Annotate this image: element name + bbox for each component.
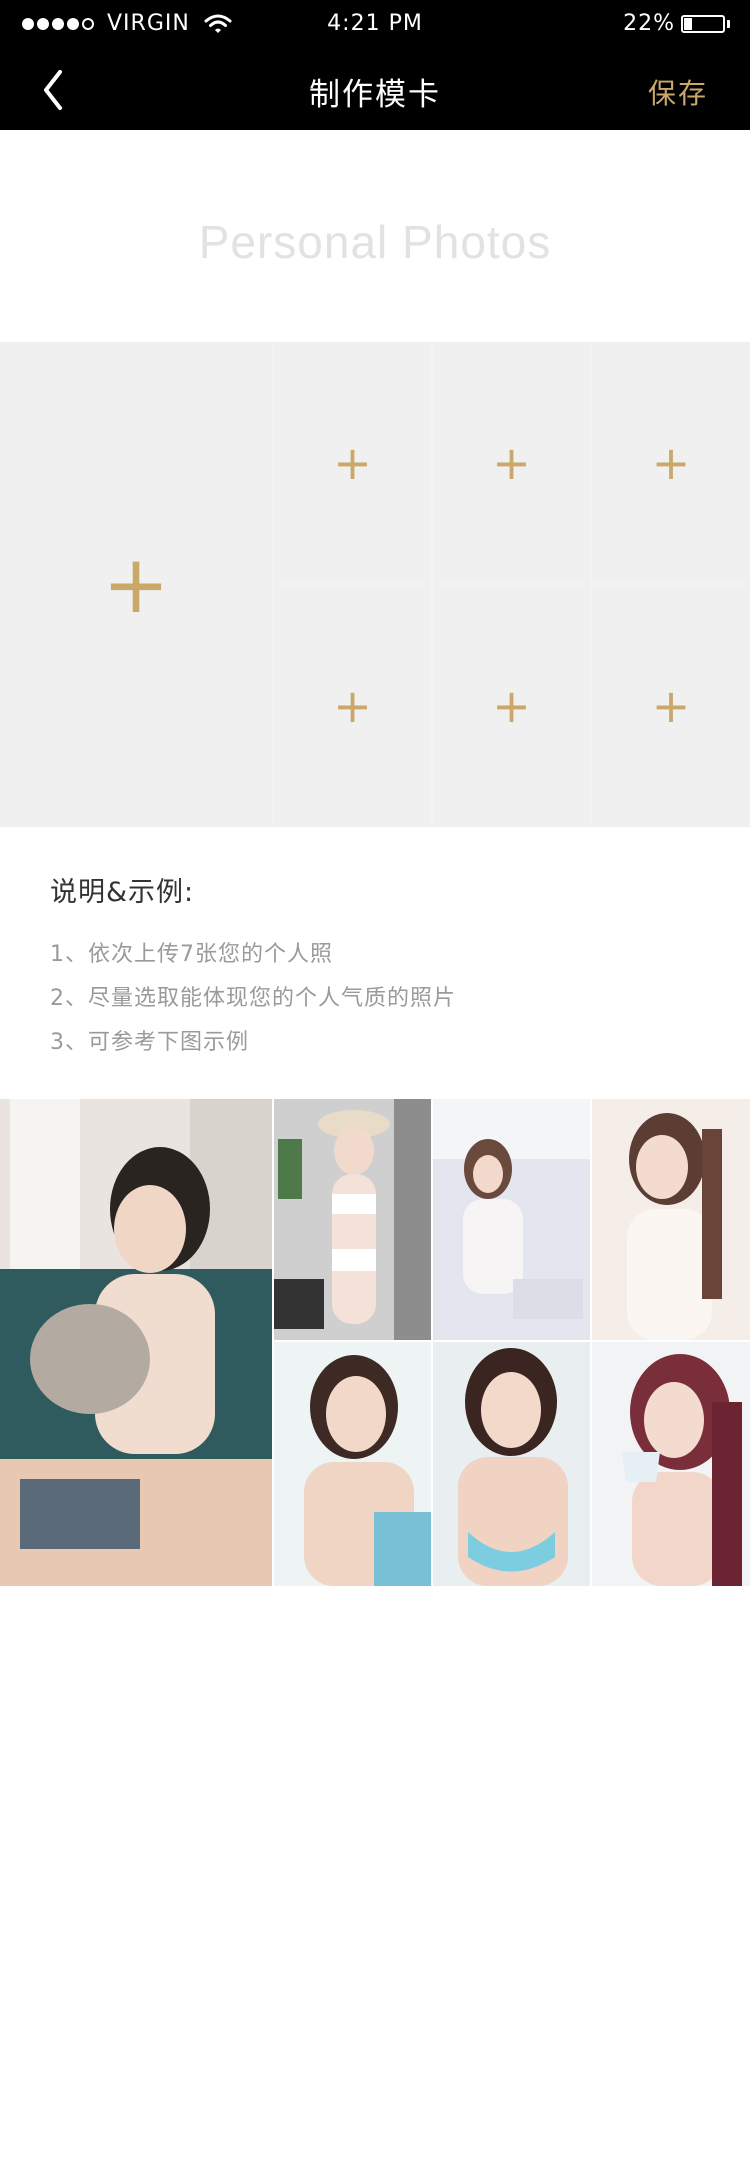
example-photo-grid: [0, 1099, 750, 1586]
instruction-item: 3、可参考下图示例: [50, 1030, 249, 1055]
page-title: 制作模卡: [309, 77, 441, 113]
battery-icon: [681, 14, 725, 33]
plus-icon: +: [492, 679, 531, 733]
upload-slot-5[interactable]: +: [274, 585, 431, 827]
instructions-title: 说明&示例:: [50, 877, 195, 908]
upload-slot-2[interactable]: +: [274, 342, 431, 583]
upload-slot-3[interactable]: +: [433, 342, 590, 583]
example-photo-7: [592, 1342, 750, 1586]
example-photo-2: [274, 1099, 431, 1340]
example-photo-4: [592, 1099, 750, 1340]
upload-slot-main[interactable]: +: [0, 342, 272, 827]
battery-percentage: 22%: [623, 11, 675, 36]
plus-icon: +: [102, 537, 170, 631]
photo-upload-grid: + + + + + + +: [0, 342, 750, 827]
plus-icon: +: [651, 679, 691, 733]
plus-icon: +: [492, 435, 531, 490]
battery-tip: [727, 19, 730, 28]
plus-icon: +: [651, 435, 691, 490]
plus-icon: +: [333, 435, 372, 490]
upload-slot-6[interactable]: +: [433, 585, 590, 827]
example-photo-6: [433, 1342, 590, 1586]
upload-slot-7[interactable]: +: [592, 585, 750, 827]
instruction-item: 2、尽量选取能体现您的个人气质的照片: [50, 986, 456, 1011]
upload-slot-4[interactable]: +: [592, 342, 750, 583]
plus-icon: +: [333, 679, 372, 733]
battery-level-fill: [684, 17, 692, 30]
navigation-bar: 制作模卡 保存: [0, 50, 750, 130]
example-photo-5: [274, 1342, 431, 1586]
save-button[interactable]: 保存: [648, 72, 708, 112]
section-title: Personal Photos: [198, 216, 552, 268]
example-photo-3: [433, 1099, 590, 1340]
example-photo-main: [0, 1099, 272, 1586]
status-right: 22%: [623, 11, 730, 36]
status-bar: VIRGIN 4:21 PM 22%: [0, 0, 750, 50]
instruction-item: 1、依次上传7张您的个人照: [50, 942, 333, 967]
